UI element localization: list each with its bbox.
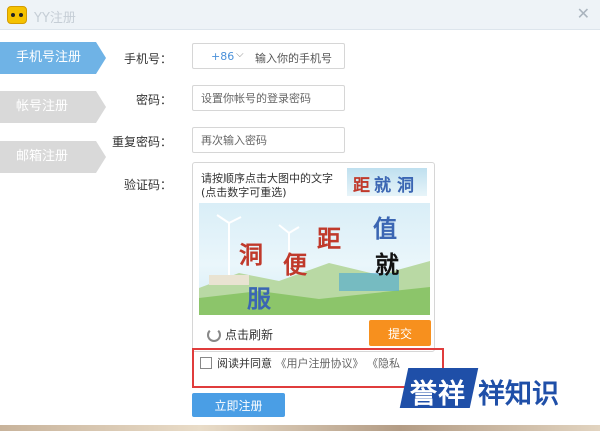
user-agreement-link[interactable]: 《用户注册协议》 [276,357,364,370]
captcha-hint-line2: (点击数字可重选) [201,186,287,199]
tab-arrow [96,91,106,123]
captcha-hint: 请按顺序点击大图中的文字 (点击数字可重选) [201,172,333,200]
repeat-password-field[interactable] [192,127,345,153]
password-field[interactable] [192,85,345,111]
tab-label: 邮箱注册 [16,149,69,164]
captcha-label: 验证码： [123,178,172,192]
tab-sidebar: 手机号注册 帐号注册 邮箱注册 [0,30,106,431]
captcha-char[interactable]: 服 [247,279,271,314]
agree-checkbox[interactable] [200,357,212,369]
window-title: YY注册 [34,11,76,26]
target-char: 洞 [397,176,414,196]
tab-label: 手机号注册 [16,50,82,65]
password-label: 密码： [135,93,172,107]
captcha-hint-line1: 请按顺序点击大图中的文字 [201,172,333,185]
chevron-down-icon[interactable]: ⌵ [236,49,244,60]
phone-label: 手机号： [123,52,172,66]
yy-bear-logo-icon [7,6,27,24]
captcha-char[interactable]: 洞 [239,235,263,270]
refresh-button[interactable]: 点击刷新 [207,326,273,343]
repeat-password-label: 重复密码： [111,135,172,149]
refresh-label: 点击刷新 [225,328,274,342]
phone-field[interactable]: +86 ⌵ 输入你的手机号 [192,43,345,69]
captcha-panel: 请按顺序点击大图中的文字 (点击数字可重选) 距 就 洞 值 距 洞 便 就 服… [192,162,435,352]
captcha-char-text: 距 [317,224,341,253]
captcha-char-text: 就 [375,250,399,279]
agreement-text: 阅读并同意 《用户注册协议》 《隐私 [217,355,400,371]
register-button[interactable]: 立即注册 [192,393,285,417]
captcha-submit-button[interactable]: 提交 [369,320,431,346]
tab-arrow [96,42,106,74]
tab-email-register[interactable]: 邮箱注册 [0,141,106,173]
country-code[interactable]: +86 [211,50,234,63]
captcha-char-text: 值 [373,214,397,243]
tab-account-register[interactable]: 帐号注册 [0,91,106,123]
tab-label: 帐号注册 [16,99,69,114]
captcha-char[interactable]: 就 [375,245,399,280]
captcha-target-chars: 距 就 洞 [347,168,427,196]
captcha-image[interactable]: 值 距 洞 便 就 服 [199,203,430,315]
captcha-char-text: 服 [247,284,271,313]
close-icon[interactable]: ✕ [577,4,590,23]
refresh-icon [207,328,221,342]
target-char: 就 [374,176,391,196]
privacy-link[interactable]: 《隐私 [367,357,400,370]
captcha-char[interactable]: 距 [317,219,341,254]
title-bar: YY注册 ✕ [0,0,600,30]
captcha-char[interactable]: 值 [373,209,397,244]
captcha-char[interactable]: 便 [283,245,307,280]
tab-arrow [96,141,106,173]
captcha-char-text: 洞 [239,240,263,269]
agree-label: 阅读并同意 [217,357,272,370]
watermark-text: 祥知识 [478,379,559,410]
target-char: 距 [353,176,370,196]
background-strip [0,425,600,431]
captcha-char-text: 便 [283,250,307,279]
phone-input-placeholder[interactable]: 输入你的手机号 [255,50,332,66]
watermark-badge-text: 誉祥 [410,379,466,410]
tab-phone-register[interactable]: 手机号注册 [0,42,106,74]
